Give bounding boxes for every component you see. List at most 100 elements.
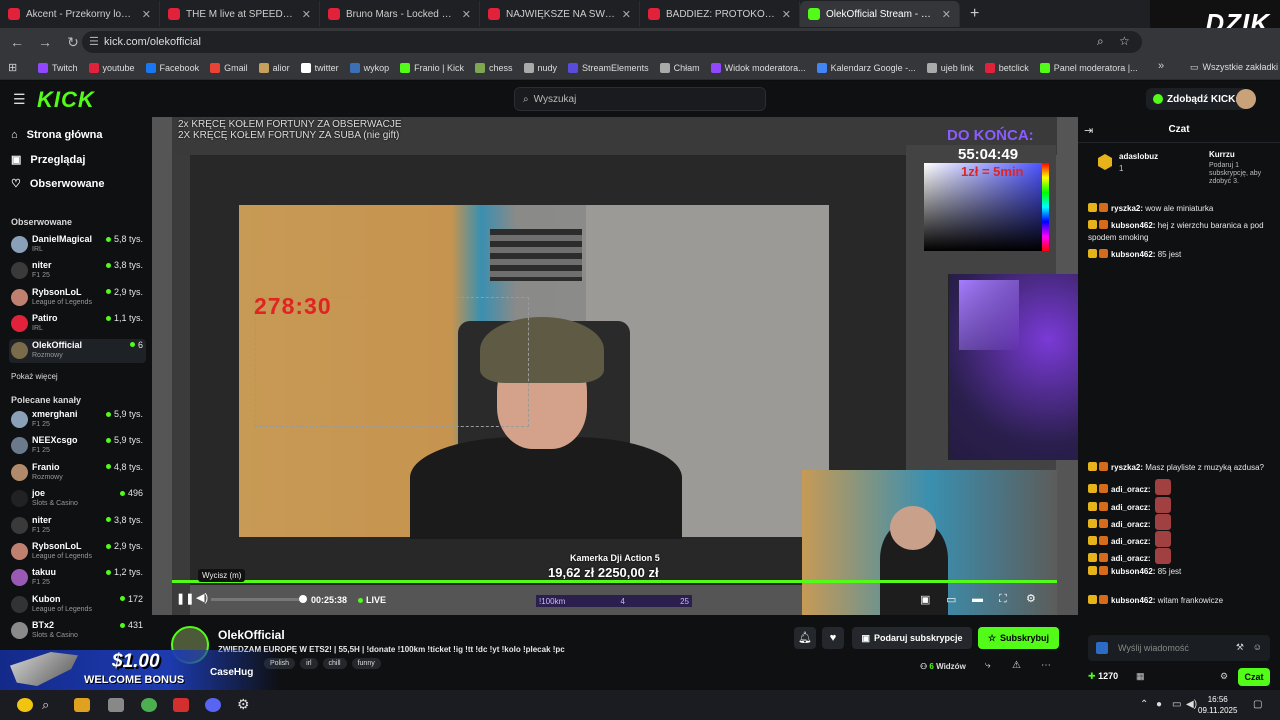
chat-username[interactable]: kubson462:: [1111, 221, 1155, 230]
channel-item[interactable]: Franio Rozmowy 4,8 tys.: [9, 461, 146, 485]
url-field[interactable]: ☰ kick.com/olekofficial ⌕ ☆: [82, 31, 1142, 53]
network-icon[interactable]: ▭: [1172, 699, 1181, 710]
stream-tag[interactable]: funny: [351, 658, 381, 669]
tray-chevron-icon[interactable]: ⌃: [1140, 699, 1148, 710]
nav-following[interactable]: ♡ Obserwowane: [11, 177, 104, 191]
send-chat-button[interactable]: Czat: [1238, 668, 1270, 686]
share-icon[interactable]: ⤷: [985, 660, 991, 671]
bookmark-item[interactable]: Twitch: [38, 62, 78, 73]
chat-username[interactable]: adi_oracz:: [1111, 537, 1151, 546]
site-settings-icon[interactable]: ☰: [89, 35, 99, 48]
collapse-chat-icon[interactable]: ⇥: [1084, 124, 1093, 137]
bookmark-item[interactable]: alior: [258, 62, 290, 73]
discord-icon[interactable]: [205, 698, 221, 712]
user-avatar[interactable]: [1236, 89, 1256, 109]
clip-icon[interactable]: ▬: [972, 593, 983, 605]
chrome-icon[interactable]: [141, 698, 157, 712]
zoom-icon[interactable]: ⌕: [1097, 34, 1104, 49]
commands-icon[interactable]: ⚒: [1236, 642, 1244, 653]
show-more-link[interactable]: Pokaż więcej: [11, 372, 58, 381]
notification-icon[interactable]: ▢: [1253, 699, 1262, 710]
search-taskbar-icon[interactable]: ⌕: [42, 697, 49, 713]
streamer-name[interactable]: OlekOfficial: [218, 628, 285, 642]
calendar-icon[interactable]: ▦: [1136, 671, 1145, 682]
search-input[interactable]: ⌕ Wyszukaj: [514, 87, 766, 111]
taskbar-clock[interactable]: 16:56 09.11.2025: [1198, 694, 1237, 716]
bookmark-item[interactable]: nudy: [523, 62, 557, 73]
close-tab-icon[interactable]: ✕: [622, 8, 631, 21]
casehug-bonus-banner[interactable]: $1.00 WELCOME BONUS CaseHug: [0, 650, 280, 690]
chat-settings-icon[interactable]: ⚙: [1220, 671, 1228, 682]
explorer-icon[interactable]: [74, 698, 90, 712]
bookmarks-overflow-button[interactable]: »: [1158, 60, 1164, 72]
channel-item[interactable]: niter F1 25 3,8 tys.: [9, 514, 146, 538]
bookmark-item[interactable]: Gmail: [210, 62, 248, 73]
browser-tab[interactable]: THE M live at SPEEDLAND FESTIVAL ✕: [160, 1, 320, 27]
chat-message-input[interactable]: Wyślij wiadomość ⚒ ☺: [1088, 635, 1270, 661]
chat-username[interactable]: kubson462:: [1111, 596, 1155, 605]
close-tab-icon[interactable]: ✕: [302, 8, 311, 21]
chat-username[interactable]: kubson462:: [1111, 250, 1155, 259]
chat-message[interactable]: adi_oracz:: [1088, 497, 1274, 514]
channel-item[interactable]: xmerghani F1 25 5,9 tys.: [9, 408, 146, 432]
bookmark-item[interactable]: ujeb link: [926, 62, 974, 73]
close-tab-icon[interactable]: ✕: [462, 8, 471, 21]
chat-message[interactable]: adi_oracz:: [1088, 548, 1274, 565]
emoji-icon[interactable]: ☺: [1253, 642, 1262, 652]
channel-item[interactable]: joe Slots & Casino 496: [9, 487, 146, 511]
all-bookmarks-button[interactable]: ▭ Wszystkie zakładki: [1190, 62, 1278, 73]
fullscreen-icon[interactable]: ⛶: [999, 593, 1007, 606]
stream-tag[interactable]: chill: [322, 658, 347, 669]
browser-tab[interactable]: OlekOfficial Stream - Watch ✕: [800, 1, 960, 27]
new-tab-button[interactable]: +: [960, 5, 989, 23]
back-icon[interactable]: ←: [8, 34, 26, 50]
speaker-icon[interactable]: ◀): [1186, 699, 1197, 710]
channel-item[interactable]: OlekOfficial Rozmowy 6: [9, 338, 146, 363]
apps-grid-icon[interactable]: ⊞: [8, 61, 17, 74]
subscribe-button[interactable]: ☆ Subskrybuj: [978, 627, 1059, 649]
bookmark-item[interactable]: StreamElements: [568, 62, 649, 73]
channel-item[interactable]: RybsonLoL League of Legends 2,9 tys.: [9, 540, 146, 564]
menu-icon[interactable]: ☰: [13, 91, 26, 108]
bookmark-item[interactable]: wykop: [349, 62, 389, 73]
video-player[interactable]: 278:30 2x KRĘCĘ KOŁEM FORTUNY ZA OBSERWA…: [152, 117, 1078, 615]
report-icon[interactable]: ⚠: [1012, 660, 1021, 671]
channel-item[interactable]: DanielMagical IRL 5,8 tys.: [9, 233, 146, 257]
browser-tab[interactable]: BADDIEZ: PROTOKÓŁ BERLIN - ✕: [640, 1, 800, 27]
chat-message[interactable]: ryszka2: wow ale miniaturka: [1088, 203, 1274, 215]
channel-item[interactable]: niter F1 25 3,8 tys.: [9, 259, 146, 283]
chat-username[interactable]: ryszka2:: [1111, 204, 1143, 213]
bookmark-item[interactable]: twitter: [300, 62, 339, 73]
channel-item[interactable]: Kubon League of Legends 172: [9, 593, 146, 617]
obs-icon[interactable]: [173, 698, 189, 712]
kick-logo[interactable]: KICK: [37, 87, 95, 113]
close-tab-icon[interactable]: ✕: [942, 8, 951, 21]
bookmark-item[interactable]: Chłam: [659, 62, 700, 73]
bookmark-item[interactable]: chess: [475, 62, 513, 73]
chat-message[interactable]: adi_oracz:: [1088, 531, 1274, 548]
chat-message[interactable]: ryszka2: Masz playliste z muzyką azdusa?: [1088, 462, 1274, 474]
close-tab-icon[interactable]: ✕: [782, 8, 791, 21]
close-tab-icon[interactable]: ✕: [142, 8, 151, 21]
bookmark-item[interactable]: Kalendarz Google -...: [816, 62, 916, 73]
nav-browse[interactable]: ▣ Przeglądaj: [11, 153, 85, 167]
browser-tab[interactable]: Akcent - Przekorny los (Oficjalny ✕: [0, 1, 160, 27]
notification-bell-icon[interactable]: 🔔︎: [794, 627, 816, 649]
chat-username[interactable]: ryszka2:: [1111, 463, 1143, 472]
pinned-gift-card[interactable]: adaslobuz 1 Kurrzu Podaruj 1 subskrypcję…: [1092, 147, 1272, 185]
chat-username[interactable]: adi_oracz:: [1111, 485, 1151, 494]
browser-tab[interactable]: Bruno Mars - Locked Out Of Heaven ✕: [320, 1, 480, 27]
bookmark-item[interactable]: Franio | Kick: [400, 62, 464, 73]
channel-item[interactable]: Patiro IRL 1,1 tys.: [9, 312, 146, 336]
volume-icon[interactable]: ◀): [196, 591, 208, 604]
chat-username[interactable]: adi_oracz:: [1111, 520, 1151, 529]
reload-icon[interactable]: ↻: [64, 34, 82, 51]
chat-username[interactable]: adi_oracz:: [1111, 503, 1151, 512]
channel-item[interactable]: BTx2 Slots & Casino 431: [9, 619, 146, 643]
bookmark-item[interactable]: betclick: [984, 62, 1029, 73]
chat-message[interactable]: kubson462: 85 jest: [1088, 249, 1274, 261]
settings-gear-icon[interactable]: ⚙: [1026, 592, 1036, 605]
bookmark-item[interactable]: youtube: [88, 62, 135, 73]
theater-icon[interactable]: ▭: [946, 593, 956, 606]
pause-icon[interactable]: ❚❚: [176, 592, 194, 605]
